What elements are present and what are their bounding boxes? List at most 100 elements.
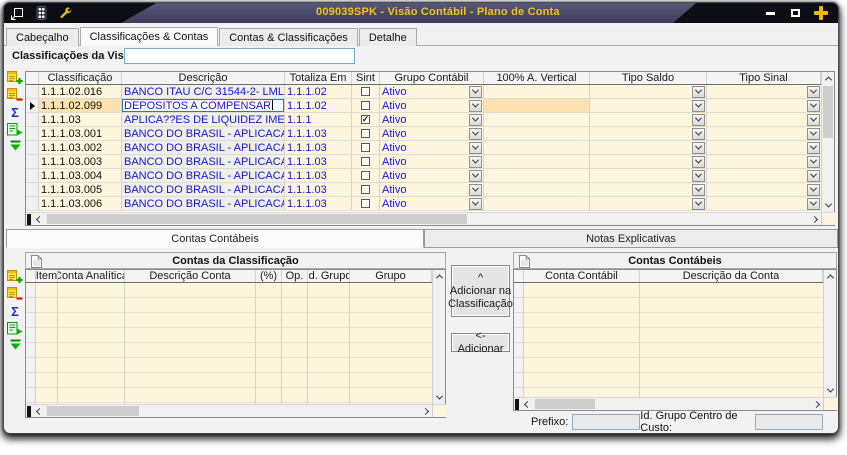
row-selector[interactable]	[26, 183, 39, 196]
cell-tipo-sinal[interactable]	[707, 197, 821, 210]
scroll-up-button[interactable]	[822, 72, 835, 85]
scroll-right-button[interactable]	[810, 398, 823, 411]
classification-row[interactable]: 1.1.1.03.005 BANCO DO BRASIL - APLICACAO…	[26, 183, 821, 197]
dropdown-button[interactable]	[469, 198, 482, 210]
dropdown-button[interactable]	[469, 170, 482, 182]
row-selector[interactable]	[26, 113, 39, 126]
scroll-down-button[interactable]	[824, 384, 837, 397]
scrollbar-grip[interactable]	[27, 214, 31, 225]
main-grid-vscrollbar[interactable]	[821, 72, 834, 225]
hscroll-thumb[interactable]	[47, 214, 467, 224]
main-grid-hscrollbar[interactable]	[26, 212, 821, 225]
cell-descricao[interactable]: DEPOSITOS A COMPENSAR	[122, 99, 285, 112]
cell-classificacao[interactable]: 1.1.1.03.003	[39, 155, 122, 168]
scroll-down-button[interactable]	[433, 391, 446, 404]
cell-av-vertical[interactable]	[484, 99, 590, 112]
header-sint[interactable]: Sint	[352, 72, 380, 84]
cell-grupo-contabil[interactable]: Ativo	[380, 113, 484, 126]
prefixo-input[interactable]	[572, 414, 640, 430]
header-id-grupo[interactable]: Id. Grupo	[308, 270, 350, 282]
cell-classificacao[interactable]: 1.1.1.02.016	[39, 85, 122, 98]
cell-av-vertical[interactable]	[484, 155, 590, 168]
header-percent[interactable]: (%)	[256, 270, 282, 282]
row-selector[interactable]	[26, 155, 39, 168]
header-av-vertical[interactable]: 100% A. Vertical	[484, 72, 590, 84]
classification-row[interactable]: 1.1.1.02.016 BANCO ITAU C/C 31544-2- LML…	[26, 85, 821, 99]
cell-sintetica[interactable]	[352, 113, 380, 126]
cell-descricao[interactable]: BANCO DO BRASIL - APLICACAO CDB	[122, 197, 285, 210]
adicionar-na-classificacao-button[interactable]: ^ Adicionar na Classificação	[451, 265, 510, 317]
dropdown-button[interactable]	[469, 114, 482, 126]
sintetica-checkbox[interactable]	[361, 171, 370, 180]
maximize-button[interactable]	[787, 6, 803, 20]
cell-descricao[interactable]: BANCO DO BRASIL - APLICACAO AUTO M	[122, 183, 285, 196]
delete-row-icon[interactable]	[7, 287, 23, 301]
cell-totaliza-em[interactable]: 1.1.1.03	[285, 169, 352, 182]
close-button[interactable]	[812, 5, 830, 21]
cell-sintetica[interactable]	[352, 85, 380, 98]
scroll-left-button[interactable]	[521, 398, 534, 411]
cell-classificacao[interactable]: 1.1.1.03.004	[39, 169, 122, 182]
sintetica-checkbox[interactable]	[361, 143, 370, 152]
header-descricao[interactable]: Descrição	[122, 72, 285, 84]
cell-av-vertical[interactable]	[484, 169, 590, 182]
scroll-down-button[interactable]	[822, 199, 835, 212]
cell-tipo-saldo[interactable]	[590, 197, 707, 210]
header-tipo-saldo[interactable]: Tipo Saldo	[590, 72, 707, 84]
cell-totaliza-em[interactable]: 1.1.1.03	[285, 183, 352, 196]
dropdown-button[interactable]	[692, 100, 705, 112]
process-icon[interactable]	[7, 122, 23, 136]
cell-sintetica[interactable]	[352, 127, 380, 140]
dropdown-button[interactable]	[469, 156, 482, 168]
dropdown-button[interactable]	[807, 114, 820, 126]
cell-totaliza-em[interactable]: 1.1.1.03	[285, 127, 352, 140]
tab-notas-explicativas[interactable]: Notas Explicativas	[424, 229, 838, 248]
cell-totaliza-em[interactable]: 1.1.1.03	[285, 141, 352, 154]
cell-totaliza-em[interactable]: 1.1.1.02	[285, 85, 352, 98]
scroll-left-button[interactable]	[33, 213, 46, 226]
cell-classificacao[interactable]: 1.1.1.03.006	[39, 197, 122, 210]
restore-window-icon[interactable]	[9, 6, 25, 20]
dropdown-button[interactable]	[807, 128, 820, 140]
sintetica-checkbox[interactable]	[361, 199, 370, 208]
move-to-bottom-icon[interactable]	[7, 139, 23, 153]
cell-sintetica[interactable]	[352, 183, 380, 196]
sintetica-checkbox[interactable]	[361, 129, 370, 138]
scrollbar-grip[interactable]	[515, 399, 519, 410]
dropdown-button[interactable]	[692, 142, 705, 154]
tab-cabecalho[interactable]: Cabeçalho	[6, 28, 79, 46]
right-grid-vscrollbar[interactable]	[823, 270, 836, 410]
wrench-icon[interactable]	[57, 6, 73, 20]
dropdown-button[interactable]	[692, 184, 705, 196]
cell-grupo-contabil[interactable]: Ativo	[380, 127, 484, 140]
header-grupo[interactable]: Grupo	[350, 270, 432, 282]
cell-totaliza-em[interactable]: 1.1.1.03	[285, 155, 352, 168]
right-grid-hscrollbar[interactable]	[514, 397, 823, 410]
cell-sintetica[interactable]	[352, 197, 380, 210]
cell-grupo-contabil[interactable]: Ativo	[380, 197, 484, 210]
cell-tipo-sinal[interactable]	[707, 99, 821, 112]
classification-row[interactable]: 1.1.1.03.006 BANCO DO BRASIL - APLICACAO…	[26, 197, 821, 211]
left-grid-vscrollbar[interactable]	[432, 270, 445, 417]
cell-tipo-saldo[interactable]	[590, 169, 707, 182]
dropdown-button[interactable]	[692, 86, 705, 98]
cell-tipo-saldo[interactable]	[590, 127, 707, 140]
cell-tipo-saldo[interactable]	[590, 141, 707, 154]
cell-tipo-saldo[interactable]	[590, 155, 707, 168]
add-row-icon[interactable]	[7, 270, 23, 284]
dropdown-button[interactable]	[807, 170, 820, 182]
cell-descricao[interactable]: BANCO DO BRASIL - APLICACAO AUTO M	[122, 141, 285, 154]
sum-icon[interactable]: Σ	[7, 304, 23, 318]
header-conta-contabil[interactable]: Conta Contábil	[524, 270, 640, 282]
dropdown-button[interactable]	[469, 142, 482, 154]
cell-av-vertical[interactable]	[484, 127, 590, 140]
dropdown-button[interactable]	[807, 156, 820, 168]
cell-descricao[interactable]: BANCO ITAU C/C 31544-2- LMLR	[122, 85, 285, 98]
tab-contas-contabeis[interactable]: Contas Contábeis	[6, 229, 424, 248]
cell-sintetica[interactable]	[352, 99, 380, 112]
header-totaliza-em[interactable]: Totaliza Em	[285, 72, 352, 84]
scroll-left-button[interactable]	[33, 405, 46, 418]
dropdown-button[interactable]	[692, 156, 705, 168]
cell-totaliza-em[interactable]: 1.1.1.03	[285, 197, 352, 210]
id-grupo-centro-custo-input[interactable]	[755, 414, 823, 430]
